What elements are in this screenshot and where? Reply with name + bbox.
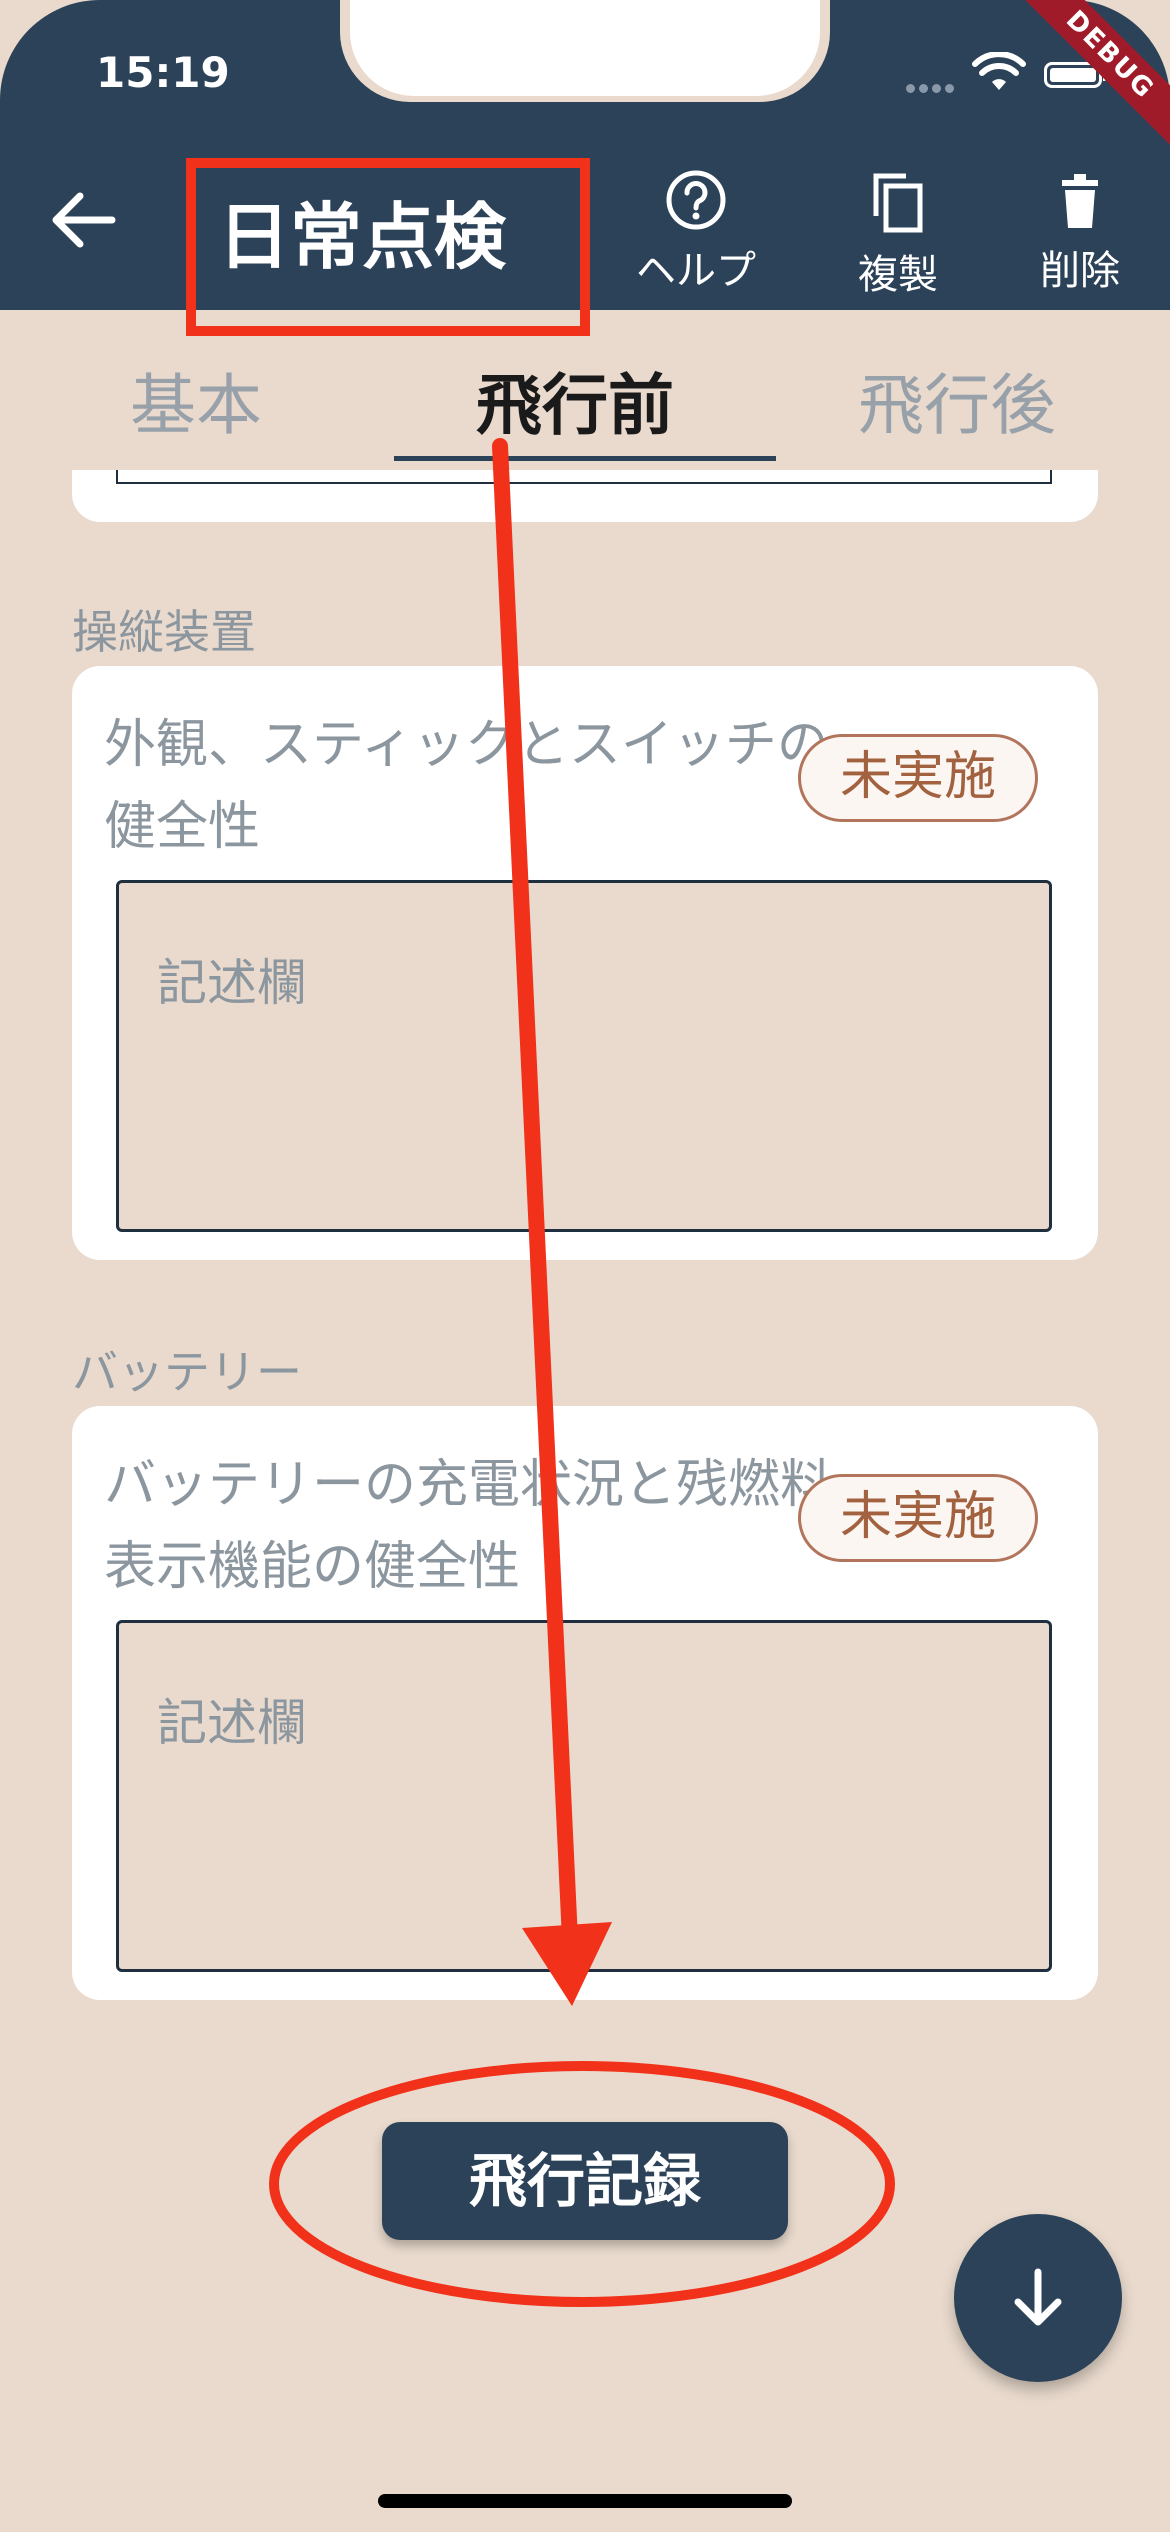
status-time: 15:19 (96, 48, 230, 97)
tab-indicator (394, 456, 776, 461)
help-circle-icon (666, 170, 726, 230)
checklist-card: バッテリーの充電状況と残燃料表示機能の健全性 未実施 記述欄 (72, 1406, 1098, 2000)
title-annotation-box (186, 158, 590, 336)
duplicate-button[interactable]: 複製 (818, 168, 978, 298)
check-item-title: バッテリーの充電状況と残燃料表示機能の健全性 (104, 1455, 833, 1597)
status-chip[interactable]: 未実施 (798, 734, 1038, 822)
scroll-down-button[interactable] (954, 2214, 1122, 2382)
device-notch-inner (350, 0, 820, 96)
cellular-signal-icon (906, 78, 958, 93)
home-indicator (378, 2494, 792, 2508)
tab-basic[interactable]: 基本 (130, 352, 262, 448)
copy-icon (873, 173, 923, 233)
section-heading: 操縦装置 (72, 605, 256, 659)
checklist-card: 外観、スティックとスイッチの健全性 未実施 記述欄 (72, 666, 1098, 1260)
tab-after-flight[interactable]: 飛行後 (858, 352, 1056, 448)
back-arrow-icon[interactable] (44, 180, 124, 260)
duplicate-label: 複製 (858, 252, 938, 298)
help-button[interactable]: ヘルプ (616, 168, 776, 298)
tab-before-flight[interactable]: 飛行前 (476, 352, 674, 448)
help-label: ヘルプ (636, 248, 756, 294)
delete-button[interactable]: 削除 (1000, 168, 1160, 298)
section-heading: バッテリー (72, 1345, 302, 1399)
flight-log-button[interactable]: 飛行記録 (382, 2122, 788, 2240)
check-item-title: 外観、スティックとスイッチの健全性 (104, 715, 829, 857)
previous-card (72, 470, 1098, 522)
wifi-icon (972, 52, 1026, 90)
previous-memo-field[interactable] (116, 470, 1052, 484)
trash-icon (1062, 174, 1098, 228)
memo-field[interactable]: 記述欄 (116, 1620, 1052, 1972)
status-chip[interactable]: 未実施 (798, 1474, 1038, 1562)
delete-label: 削除 (1040, 248, 1120, 294)
memo-field[interactable]: 記述欄 (116, 880, 1052, 1232)
arrow-down-icon (1014, 2268, 1062, 2326)
